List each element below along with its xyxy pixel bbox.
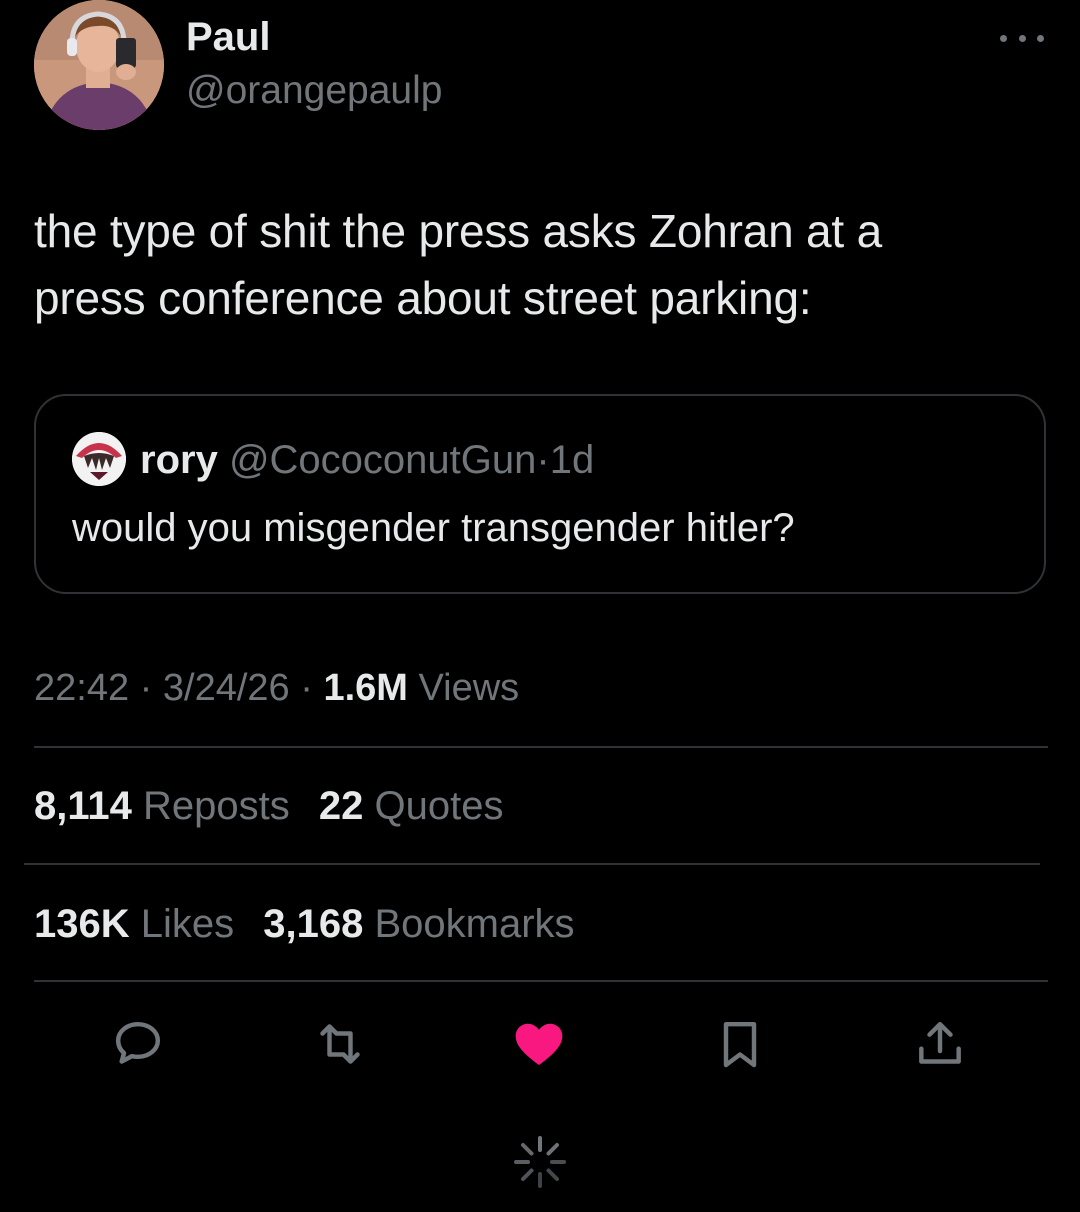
- more-dot: [1037, 34, 1044, 42]
- divider: [34, 980, 1048, 982]
- more-options-icon[interactable]: [1000, 28, 1044, 48]
- divider: [24, 863, 1040, 865]
- quoted-author-handle[interactable]: @CococonutGun: [229, 438, 536, 482]
- tweet-date[interactable]: 3/24/26: [163, 667, 290, 709]
- share-icon: [919, 1021, 961, 1064]
- tweet-time[interactable]: 22:42: [34, 667, 129, 709]
- reposts-stat[interactable]: 8,114 Reposts: [34, 782, 290, 830]
- divider: [34, 746, 1048, 748]
- share-button[interactable]: [912, 1016, 968, 1072]
- quoted-author-avatar[interactable]: [72, 432, 126, 486]
- separator-dot: ·: [536, 438, 550, 482]
- like-icon: [515, 1023, 563, 1065]
- repost-icon: [320, 1024, 360, 1064]
- reply-icon: [115, 1021, 161, 1064]
- separator-dot: ·: [300, 667, 313, 709]
- quoted-tweet-card[interactable]: rory @CococonutGun·1d would you misgende…: [34, 394, 1046, 594]
- views-count[interactable]: 1.6M: [323, 667, 407, 709]
- likes-label: Likes: [140, 902, 235, 946]
- reply-button[interactable]: [110, 1016, 166, 1072]
- loading-spinner-icon: [512, 1134, 568, 1190]
- likes-stat[interactable]: 136K Likes: [34, 900, 234, 948]
- tweet-meta: 22:42 · 3/24/26 · 1.6M Views: [34, 664, 519, 712]
- more-dot: [1000, 34, 1007, 42]
- tweet-text: the type of shit the press asks Zohran a…: [34, 198, 1034, 332]
- likes-count: 136K: [34, 902, 130, 946]
- author-info[interactable]: Paul @orangepaulp: [186, 14, 442, 114]
- tweet-text-line: press conference about street parking:: [34, 272, 812, 324]
- bookmark-button[interactable]: [712, 1016, 768, 1072]
- like-button[interactable]: [511, 1016, 567, 1072]
- author-display-name[interactable]: Paul: [186, 14, 442, 60]
- more-dot: [1018, 34, 1026, 42]
- stats-row-likes-bookmarks: 136K Likes 3,168 Bookmarks: [34, 900, 593, 948]
- quoted-author-name[interactable]: rory: [140, 438, 218, 482]
- bookmarks-stat[interactable]: 3,168 Bookmarks: [263, 900, 574, 948]
- quoted-tweet-time[interactable]: 1d: [550, 438, 595, 482]
- separator-dot: ·: [139, 667, 153, 709]
- reposts-label: Reposts: [143, 784, 290, 828]
- stats-row-reposts-quotes: 8,114 Reposts 22 Quotes: [34, 782, 521, 830]
- reposts-count: 8,114: [34, 784, 132, 828]
- bookmark-icon: [723, 1021, 757, 1068]
- quotes-label: Quotes: [374, 784, 504, 828]
- bookmarks-count: 3,168: [263, 902, 364, 946]
- bookmarks-label: Bookmarks: [374, 902, 575, 946]
- author-avatar[interactable]: [34, 0, 164, 130]
- quoted-tweet-header: rory @CococonutGun·1d: [140, 436, 594, 484]
- quotes-stat[interactable]: 22 Quotes: [319, 782, 504, 830]
- views-label[interactable]: Views: [419, 667, 520, 709]
- quoted-tweet-text: would you misgender transgender hitler?: [72, 506, 795, 550]
- repost-button[interactable]: [312, 1016, 368, 1072]
- author-handle[interactable]: @orangepaulp: [186, 68, 442, 114]
- tweet-text-line: the type of shit the press asks Zohran a…: [34, 205, 882, 257]
- quotes-count: 22: [318, 784, 364, 828]
